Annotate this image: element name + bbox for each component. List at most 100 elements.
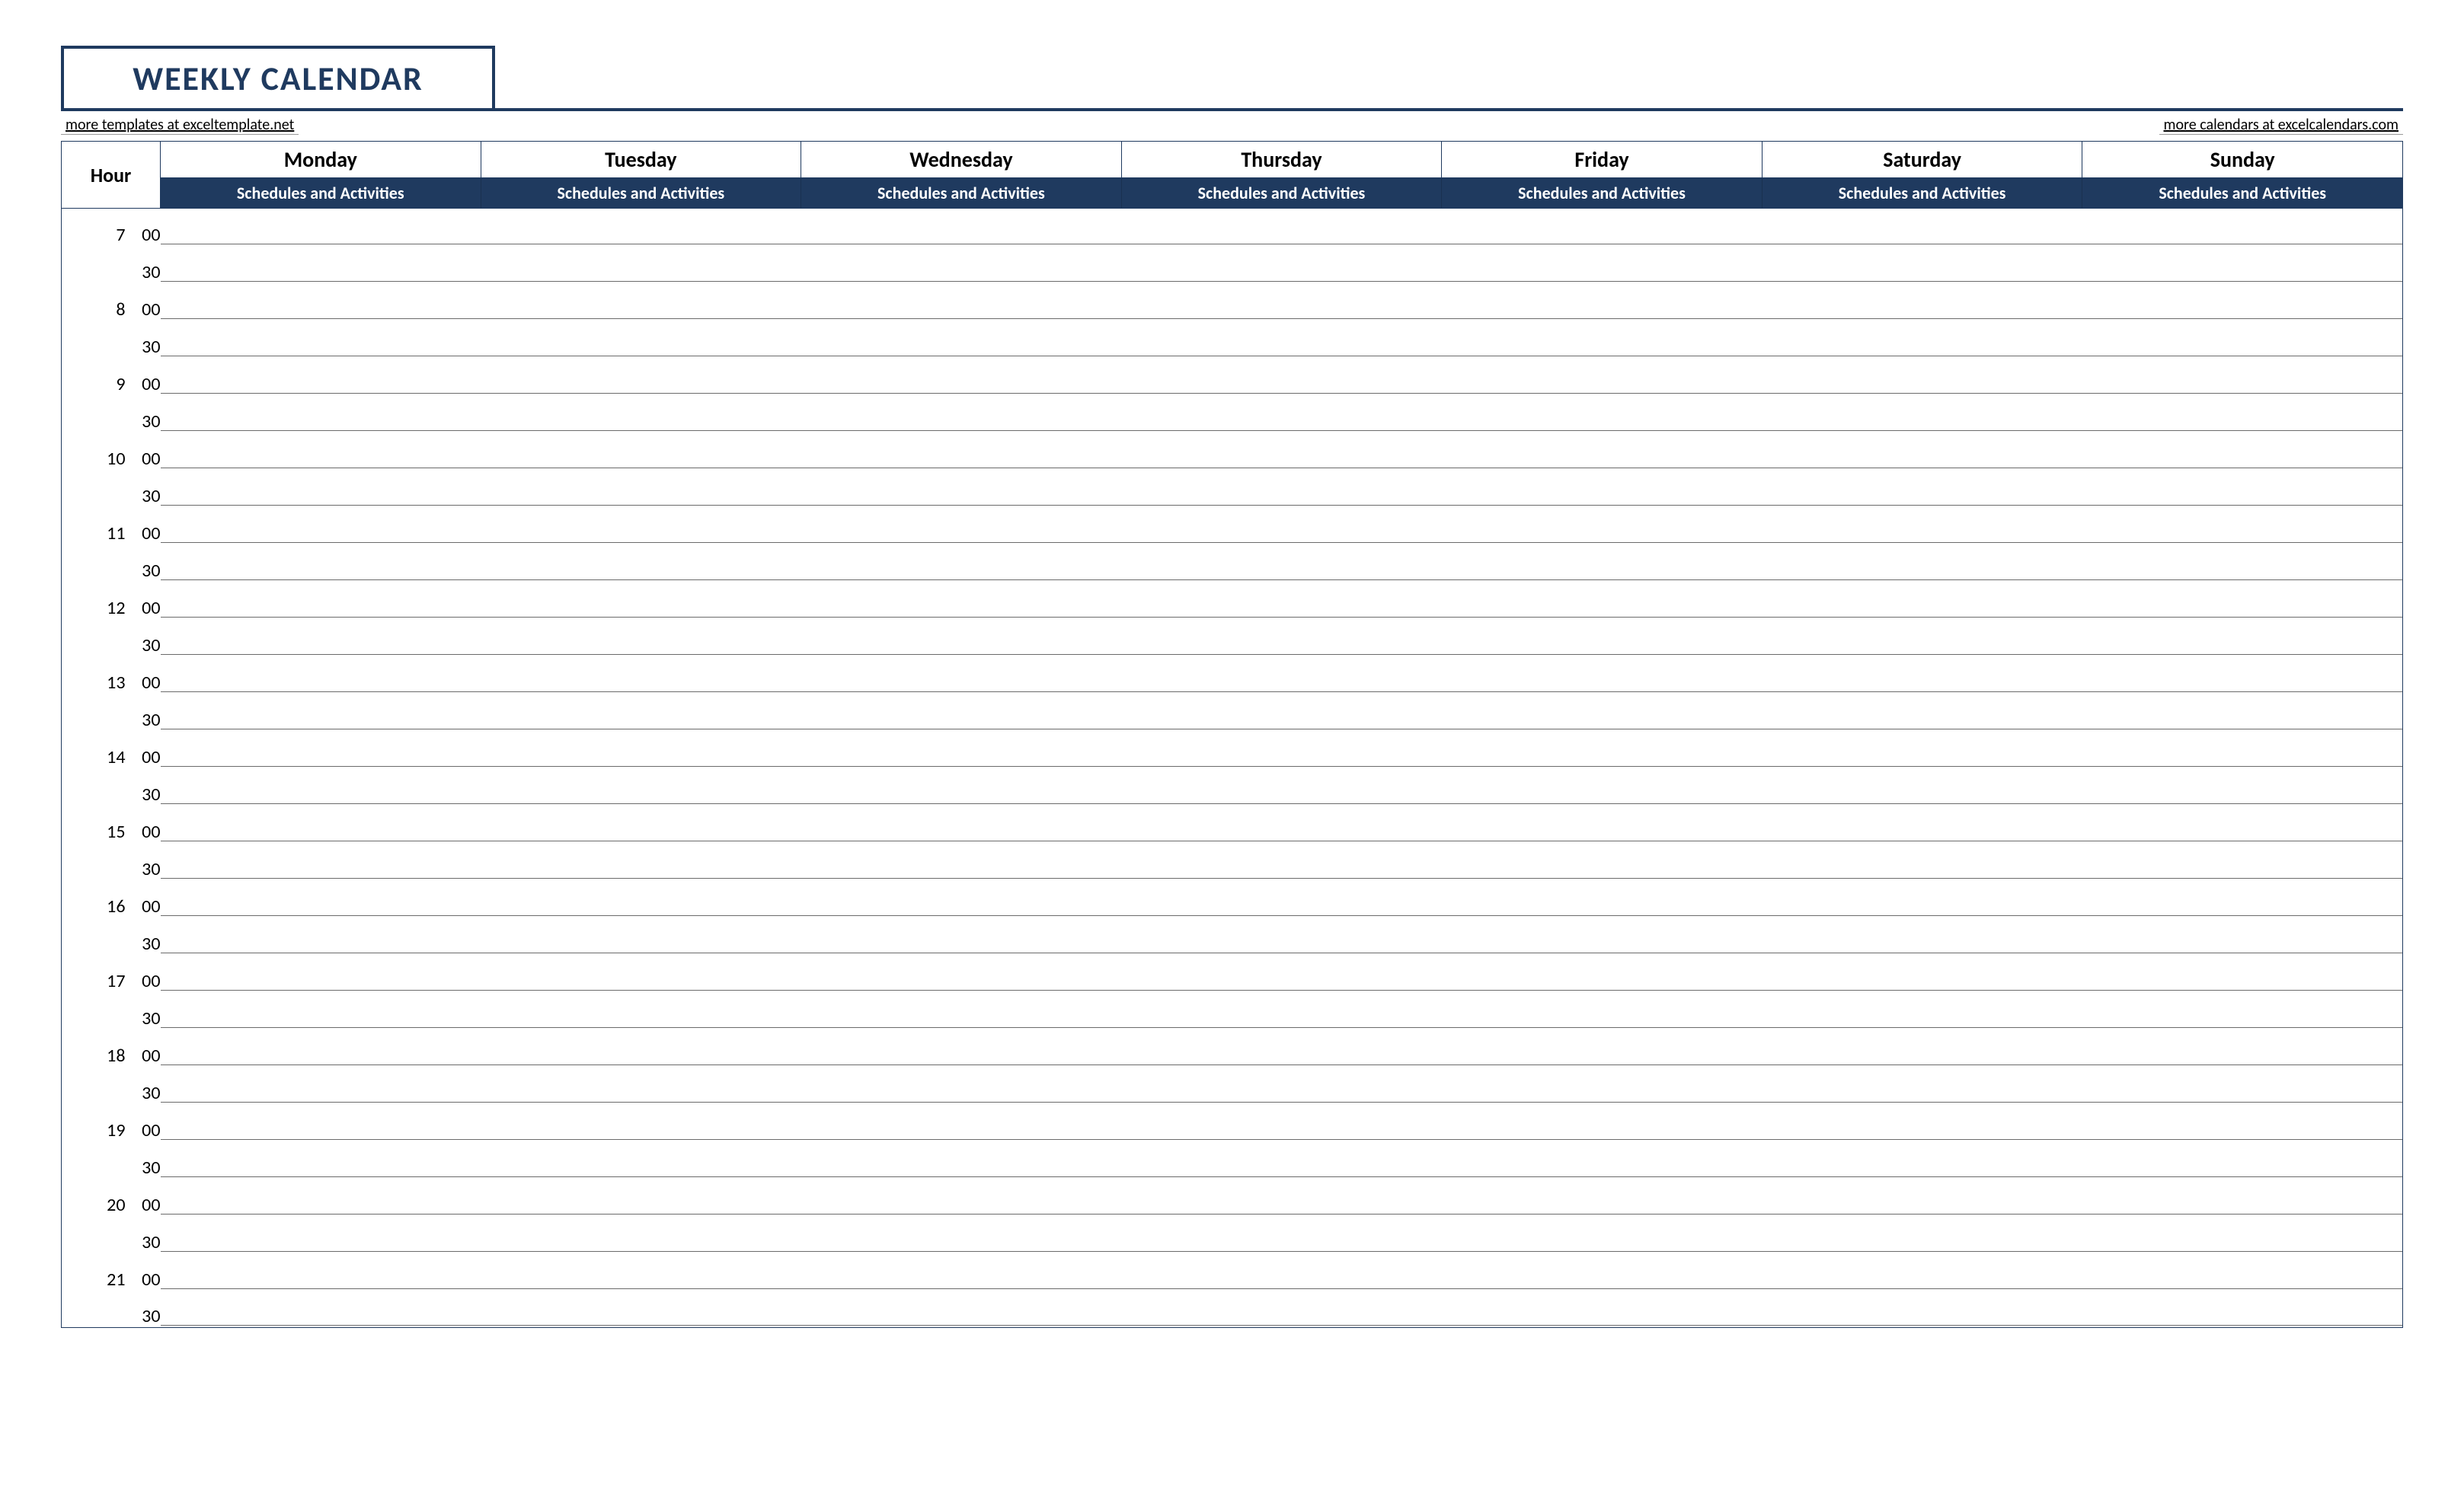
schedule-slot[interactable] bbox=[161, 395, 481, 433]
schedule-slot[interactable] bbox=[1762, 843, 2082, 880]
schedule-slot[interactable] bbox=[161, 880, 481, 918]
schedule-slot[interactable] bbox=[1762, 358, 2082, 395]
schedule-slot[interactable] bbox=[161, 806, 481, 843]
schedule-slot[interactable] bbox=[1442, 582, 1763, 619]
schedule-slot[interactable] bbox=[1121, 395, 1442, 433]
schedule-slot[interactable] bbox=[801, 209, 1122, 246]
schedule-slot[interactable] bbox=[161, 992, 481, 1029]
schedule-slot[interactable] bbox=[1442, 433, 1763, 470]
schedule-slot[interactable] bbox=[1762, 246, 2082, 283]
schedule-slot[interactable] bbox=[2082, 507, 2403, 544]
schedule-slot[interactable] bbox=[2082, 1291, 2403, 1328]
schedule-slot[interactable] bbox=[1442, 246, 1763, 283]
schedule-slot[interactable] bbox=[801, 918, 1122, 955]
schedule-slot[interactable] bbox=[481, 1179, 801, 1216]
schedule-slot[interactable] bbox=[1121, 321, 1442, 358]
schedule-slot[interactable] bbox=[801, 619, 1122, 656]
schedule-slot[interactable] bbox=[1762, 656, 2082, 694]
schedule-slot[interactable] bbox=[161, 768, 481, 806]
schedule-slot[interactable] bbox=[801, 544, 1122, 582]
schedule-slot[interactable] bbox=[161, 1179, 481, 1216]
schedule-slot[interactable] bbox=[481, 246, 801, 283]
schedule-slot[interactable] bbox=[1121, 806, 1442, 843]
schedule-slot[interactable] bbox=[1762, 283, 2082, 321]
schedule-slot[interactable] bbox=[1762, 395, 2082, 433]
schedule-slot[interactable] bbox=[1442, 694, 1763, 731]
schedule-slot[interactable] bbox=[1442, 1067, 1763, 1104]
schedule-slot[interactable] bbox=[161, 1253, 481, 1291]
schedule-slot[interactable] bbox=[801, 1141, 1122, 1179]
schedule-slot[interactable] bbox=[801, 470, 1122, 507]
schedule-slot[interactable] bbox=[2082, 619, 2403, 656]
schedule-slot[interactable] bbox=[1442, 918, 1763, 955]
schedule-slot[interactable] bbox=[801, 955, 1122, 992]
schedule-slot[interactable] bbox=[801, 843, 1122, 880]
schedule-slot[interactable] bbox=[2082, 582, 2403, 619]
schedule-slot[interactable] bbox=[1442, 843, 1763, 880]
schedule-slot[interactable] bbox=[1442, 1104, 1763, 1141]
schedule-slot[interactable] bbox=[2082, 395, 2403, 433]
schedule-slot[interactable] bbox=[161, 1216, 481, 1253]
schedule-slot[interactable] bbox=[481, 283, 801, 321]
schedule-slot[interactable] bbox=[161, 358, 481, 395]
schedule-slot[interactable] bbox=[1762, 582, 2082, 619]
schedule-slot[interactable] bbox=[2082, 1141, 2403, 1179]
schedule-slot[interactable] bbox=[2082, 433, 2403, 470]
schedule-slot[interactable] bbox=[1121, 582, 1442, 619]
schedule-slot[interactable] bbox=[2082, 1067, 2403, 1104]
schedule-slot[interactable] bbox=[801, 1067, 1122, 1104]
schedule-slot[interactable] bbox=[1442, 880, 1763, 918]
schedule-slot[interactable] bbox=[2082, 1253, 2403, 1291]
schedule-slot[interactable] bbox=[481, 619, 801, 656]
schedule-slot[interactable] bbox=[161, 843, 481, 880]
schedule-slot[interactable] bbox=[161, 619, 481, 656]
schedule-slot[interactable] bbox=[1442, 321, 1763, 358]
schedule-slot[interactable] bbox=[1442, 209, 1763, 246]
schedule-slot[interactable] bbox=[1442, 1029, 1763, 1067]
schedule-slot[interactable] bbox=[481, 1253, 801, 1291]
schedule-slot[interactable] bbox=[2082, 544, 2403, 582]
schedule-slot[interactable] bbox=[1121, 470, 1442, 507]
schedule-slot[interactable] bbox=[1762, 1029, 2082, 1067]
schedule-slot[interactable] bbox=[161, 507, 481, 544]
schedule-slot[interactable] bbox=[161, 321, 481, 358]
schedule-slot[interactable] bbox=[2082, 321, 2403, 358]
schedule-slot[interactable] bbox=[1442, 955, 1763, 992]
schedule-slot[interactable] bbox=[161, 1291, 481, 1328]
schedule-slot[interactable] bbox=[481, 582, 801, 619]
schedule-slot[interactable] bbox=[161, 470, 481, 507]
schedule-slot[interactable] bbox=[801, 321, 1122, 358]
schedule-slot[interactable] bbox=[801, 768, 1122, 806]
schedule-slot[interactable] bbox=[481, 1067, 801, 1104]
schedule-slot[interactable] bbox=[1762, 209, 2082, 246]
schedule-slot[interactable] bbox=[1762, 470, 2082, 507]
schedule-slot[interactable] bbox=[1121, 246, 1442, 283]
schedule-slot[interactable] bbox=[1762, 694, 2082, 731]
schedule-slot[interactable] bbox=[2082, 209, 2403, 246]
schedule-slot[interactable] bbox=[801, 433, 1122, 470]
schedule-slot[interactable] bbox=[1442, 395, 1763, 433]
schedule-slot[interactable] bbox=[1121, 619, 1442, 656]
schedule-slot[interactable] bbox=[1121, 1141, 1442, 1179]
schedule-slot[interactable] bbox=[1442, 507, 1763, 544]
schedule-slot[interactable] bbox=[1442, 544, 1763, 582]
schedule-slot[interactable] bbox=[1442, 1141, 1763, 1179]
schedule-slot[interactable] bbox=[1762, 768, 2082, 806]
schedule-slot[interactable] bbox=[161, 582, 481, 619]
schedule-slot[interactable] bbox=[1121, 283, 1442, 321]
schedule-slot[interactable] bbox=[1762, 1141, 2082, 1179]
schedule-slot[interactable] bbox=[2082, 1216, 2403, 1253]
schedule-slot[interactable] bbox=[1762, 1179, 2082, 1216]
schedule-slot[interactable] bbox=[481, 209, 801, 246]
schedule-slot[interactable] bbox=[2082, 656, 2403, 694]
schedule-slot[interactable] bbox=[2082, 731, 2403, 768]
schedule-slot[interactable] bbox=[1442, 1253, 1763, 1291]
schedule-slot[interactable] bbox=[1121, 880, 1442, 918]
schedule-slot[interactable] bbox=[481, 1291, 801, 1328]
schedule-slot[interactable] bbox=[481, 955, 801, 992]
schedule-slot[interactable] bbox=[1121, 1067, 1442, 1104]
schedule-slot[interactable] bbox=[801, 806, 1122, 843]
schedule-slot[interactable] bbox=[1762, 1291, 2082, 1328]
schedule-slot[interactable] bbox=[161, 433, 481, 470]
schedule-slot[interactable] bbox=[1442, 470, 1763, 507]
